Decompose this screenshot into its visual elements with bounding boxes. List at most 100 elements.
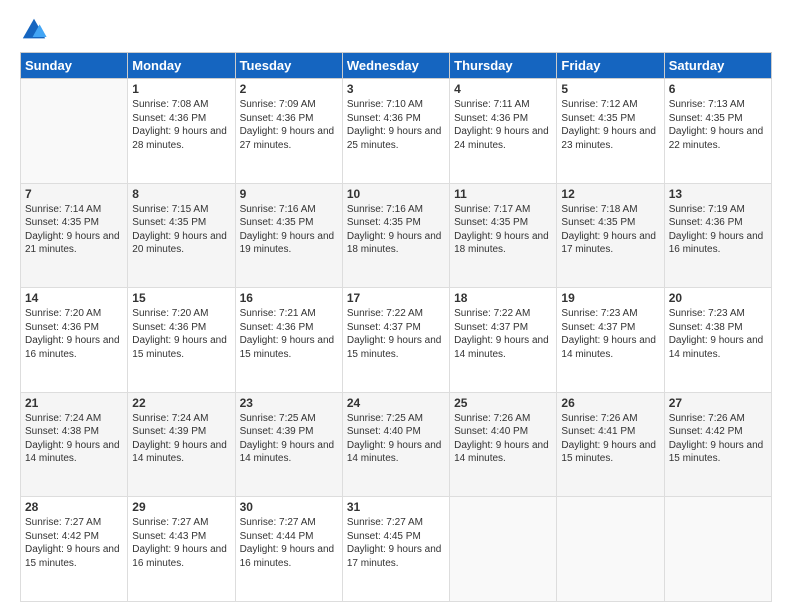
calendar-day-cell: 11 Sunrise: 7:17 AMSunset: 4:35 PMDayligh… [450, 183, 557, 288]
calendar-day-cell: 18 Sunrise: 7:22 AMSunset: 4:37 PMDayligh… [450, 288, 557, 393]
calendar-week-row: 1 Sunrise: 7:08 AMSunset: 4:36 PMDaylight… [21, 79, 772, 184]
calendar-week-row: 21Sunrise: 7:24 AMSunset: 4:38 PMDayligh… [21, 392, 772, 497]
day-detail: Sunrise: 7:26 AMSunset: 4:41 PMDaylight:… [561, 412, 659, 466]
calendar-day-cell: 21Sunrise: 7:24 AMSunset: 4:38 PMDayligh… [21, 392, 128, 497]
day-detail: Sunrise: 7:14 AMSunset: 4:35 PMDaylight:… [25, 203, 123, 257]
day-detail: Sunrise: 7:27 AMSunset: 4:45 PMDaylight:… [347, 516, 445, 570]
day-number: 15 [132, 291, 230, 305]
calendar-day-cell: 26 Sunrise: 7:26 AMSunset: 4:41 PMDayligh… [557, 392, 664, 497]
day-number: 2 [240, 82, 338, 96]
day-number: 27 [669, 396, 767, 410]
day-detail: Sunrise: 7:10 AMSunset: 4:36 PMDaylight:… [347, 98, 445, 152]
day-number: 8 [132, 187, 230, 201]
day-detail: Sunrise: 7:20 AMSunset: 4:36 PMDaylight:… [25, 307, 123, 361]
day-detail: Sunrise: 7:27 AMSunset: 4:43 PMDaylight:… [132, 516, 230, 570]
calendar-day-cell: 12 Sunrise: 7:18 AMSunset: 4:35 PMDayligh… [557, 183, 664, 288]
day-number: 25 [454, 396, 552, 410]
day-number: 20 [669, 291, 767, 305]
calendar-day-cell: 4 Sunrise: 7:11 AMSunset: 4:36 PMDaylight… [450, 79, 557, 184]
header [20, 16, 772, 44]
calendar-day-cell: 1 Sunrise: 7:08 AMSunset: 4:36 PMDaylight… [128, 79, 235, 184]
day-number: 17 [347, 291, 445, 305]
weekday-header: Saturday [664, 53, 771, 79]
day-number: 5 [561, 82, 659, 96]
calendar-day-cell: 8 Sunrise: 7:15 AMSunset: 4:35 PMDaylight… [128, 183, 235, 288]
calendar-day-cell: 30 Sunrise: 7:27 AMSunset: 4:44 PMDayligh… [235, 497, 342, 602]
weekday-header: Wednesday [342, 53, 449, 79]
logo-icon [20, 16, 48, 44]
day-number: 26 [561, 396, 659, 410]
weekday-header: Tuesday [235, 53, 342, 79]
day-number: 30 [240, 500, 338, 514]
weekday-header-row: SundayMondayTuesdayWednesdayThursdayFrid… [21, 53, 772, 79]
day-number: 6 [669, 82, 767, 96]
logo [20, 16, 52, 44]
calendar-day-cell: 22 Sunrise: 7:24 AMSunset: 4:39 PMDayligh… [128, 392, 235, 497]
calendar-day-cell [21, 79, 128, 184]
day-detail: Sunrise: 7:26 AMSunset: 4:42 PMDaylight:… [669, 412, 767, 466]
day-detail: Sunrise: 7:17 AMSunset: 4:35 PMDaylight:… [454, 203, 552, 257]
calendar-day-cell: 14 Sunrise: 7:20 AMSunset: 4:36 PMDayligh… [21, 288, 128, 393]
calendar-day-cell: 31 Sunrise: 7:27 AMSunset: 4:45 PMDayligh… [342, 497, 449, 602]
day-number: 23 [240, 396, 338, 410]
day-detail: Sunrise: 7:11 AMSunset: 4:36 PMDaylight:… [454, 98, 552, 152]
day-detail: Sunrise: 7:21 AMSunset: 4:36 PMDaylight:… [240, 307, 338, 361]
day-number: 24 [347, 396, 445, 410]
day-detail: Sunrise: 7:24 AMSunset: 4:38 PMDaylight:… [25, 412, 123, 466]
day-detail: Sunrise: 7:24 AMSunset: 4:39 PMDaylight:… [132, 412, 230, 466]
calendar-day-cell: 23 Sunrise: 7:25 AMSunset: 4:39 PMDayligh… [235, 392, 342, 497]
calendar-day-cell: 20Sunrise: 7:23 AMSunset: 4:38 PMDayligh… [664, 288, 771, 393]
day-detail: Sunrise: 7:15 AMSunset: 4:35 PMDaylight:… [132, 203, 230, 257]
day-detail: Sunrise: 7:19 AMSunset: 4:36 PMDaylight:… [669, 203, 767, 257]
day-detail: Sunrise: 7:13 AMSunset: 4:35 PMDaylight:… [669, 98, 767, 152]
calendar-week-row: 7Sunrise: 7:14 AMSunset: 4:35 PMDaylight… [21, 183, 772, 288]
calendar-day-cell: 29Sunrise: 7:27 AMSunset: 4:43 PMDayligh… [128, 497, 235, 602]
day-number: 31 [347, 500, 445, 514]
calendar-day-cell: 24 Sunrise: 7:25 AMSunset: 4:40 PMDayligh… [342, 392, 449, 497]
day-number: 19 [561, 291, 659, 305]
calendar-day-cell: 16 Sunrise: 7:21 AMSunset: 4:36 PMDayligh… [235, 288, 342, 393]
day-detail: Sunrise: 7:09 AMSunset: 4:36 PMDaylight:… [240, 98, 338, 152]
calendar-day-cell: 3 Sunrise: 7:10 AMSunset: 4:36 PMDaylight… [342, 79, 449, 184]
day-detail: Sunrise: 7:27 AMSunset: 4:44 PMDaylight:… [240, 516, 338, 570]
weekday-header: Monday [128, 53, 235, 79]
day-detail: Sunrise: 7:22 AMSunset: 4:37 PMDaylight:… [347, 307, 445, 361]
day-number: 22 [132, 396, 230, 410]
day-number: 1 [132, 82, 230, 96]
day-number: 16 [240, 291, 338, 305]
calendar-day-cell: 9Sunrise: 7:16 AMSunset: 4:35 PMDaylight… [235, 183, 342, 288]
day-number: 3 [347, 82, 445, 96]
day-number: 12 [561, 187, 659, 201]
calendar-day-cell: 15Sunrise: 7:20 AMSunset: 4:36 PMDayligh… [128, 288, 235, 393]
calendar-day-cell [557, 497, 664, 602]
calendar-day-cell: 17 Sunrise: 7:22 AMSunset: 4:37 PMDayligh… [342, 288, 449, 393]
calendar-day-cell: 27 Sunrise: 7:26 AMSunset: 4:42 PMDayligh… [664, 392, 771, 497]
calendar-week-row: 14 Sunrise: 7:20 AMSunset: 4:36 PMDayligh… [21, 288, 772, 393]
day-detail: Sunrise: 7:12 AMSunset: 4:35 PMDaylight:… [561, 98, 659, 152]
day-detail: Sunrise: 7:25 AMSunset: 4:40 PMDaylight:… [347, 412, 445, 466]
calendar-day-cell: 13 Sunrise: 7:19 AMSunset: 4:36 PMDayligh… [664, 183, 771, 288]
calendar-day-cell: 19Sunrise: 7:23 AMSunset: 4:37 PMDayligh… [557, 288, 664, 393]
day-number: 13 [669, 187, 767, 201]
calendar-day-cell: 6 Sunrise: 7:13 AMSunset: 4:35 PMDaylight… [664, 79, 771, 184]
day-number: 11 [454, 187, 552, 201]
calendar-day-cell: 28Sunrise: 7:27 AMSunset: 4:42 PMDayligh… [21, 497, 128, 602]
calendar-week-row: 28Sunrise: 7:27 AMSunset: 4:42 PMDayligh… [21, 497, 772, 602]
day-number: 10 [347, 187, 445, 201]
calendar-day-cell: 5 Sunrise: 7:12 AMSunset: 4:35 PMDaylight… [557, 79, 664, 184]
day-detail: Sunrise: 7:16 AMSunset: 4:35 PMDaylight:… [240, 203, 338, 257]
day-number: 18 [454, 291, 552, 305]
weekday-header: Friday [557, 53, 664, 79]
calendar-day-cell: 25Sunrise: 7:26 AMSunset: 4:40 PMDayligh… [450, 392, 557, 497]
page: SundayMondayTuesdayWednesdayThursdayFrid… [0, 0, 792, 612]
day-detail: Sunrise: 7:18 AMSunset: 4:35 PMDaylight:… [561, 203, 659, 257]
day-detail: Sunrise: 7:08 AMSunset: 4:36 PMDaylight:… [132, 98, 230, 152]
day-detail: Sunrise: 7:22 AMSunset: 4:37 PMDaylight:… [454, 307, 552, 361]
day-number: 14 [25, 291, 123, 305]
day-number: 4 [454, 82, 552, 96]
calendar-day-cell [664, 497, 771, 602]
day-detail: Sunrise: 7:25 AMSunset: 4:39 PMDaylight:… [240, 412, 338, 466]
calendar-table: SundayMondayTuesdayWednesdayThursdayFrid… [20, 52, 772, 602]
day-detail: Sunrise: 7:16 AMSunset: 4:35 PMDaylight:… [347, 203, 445, 257]
calendar-day-cell [450, 497, 557, 602]
